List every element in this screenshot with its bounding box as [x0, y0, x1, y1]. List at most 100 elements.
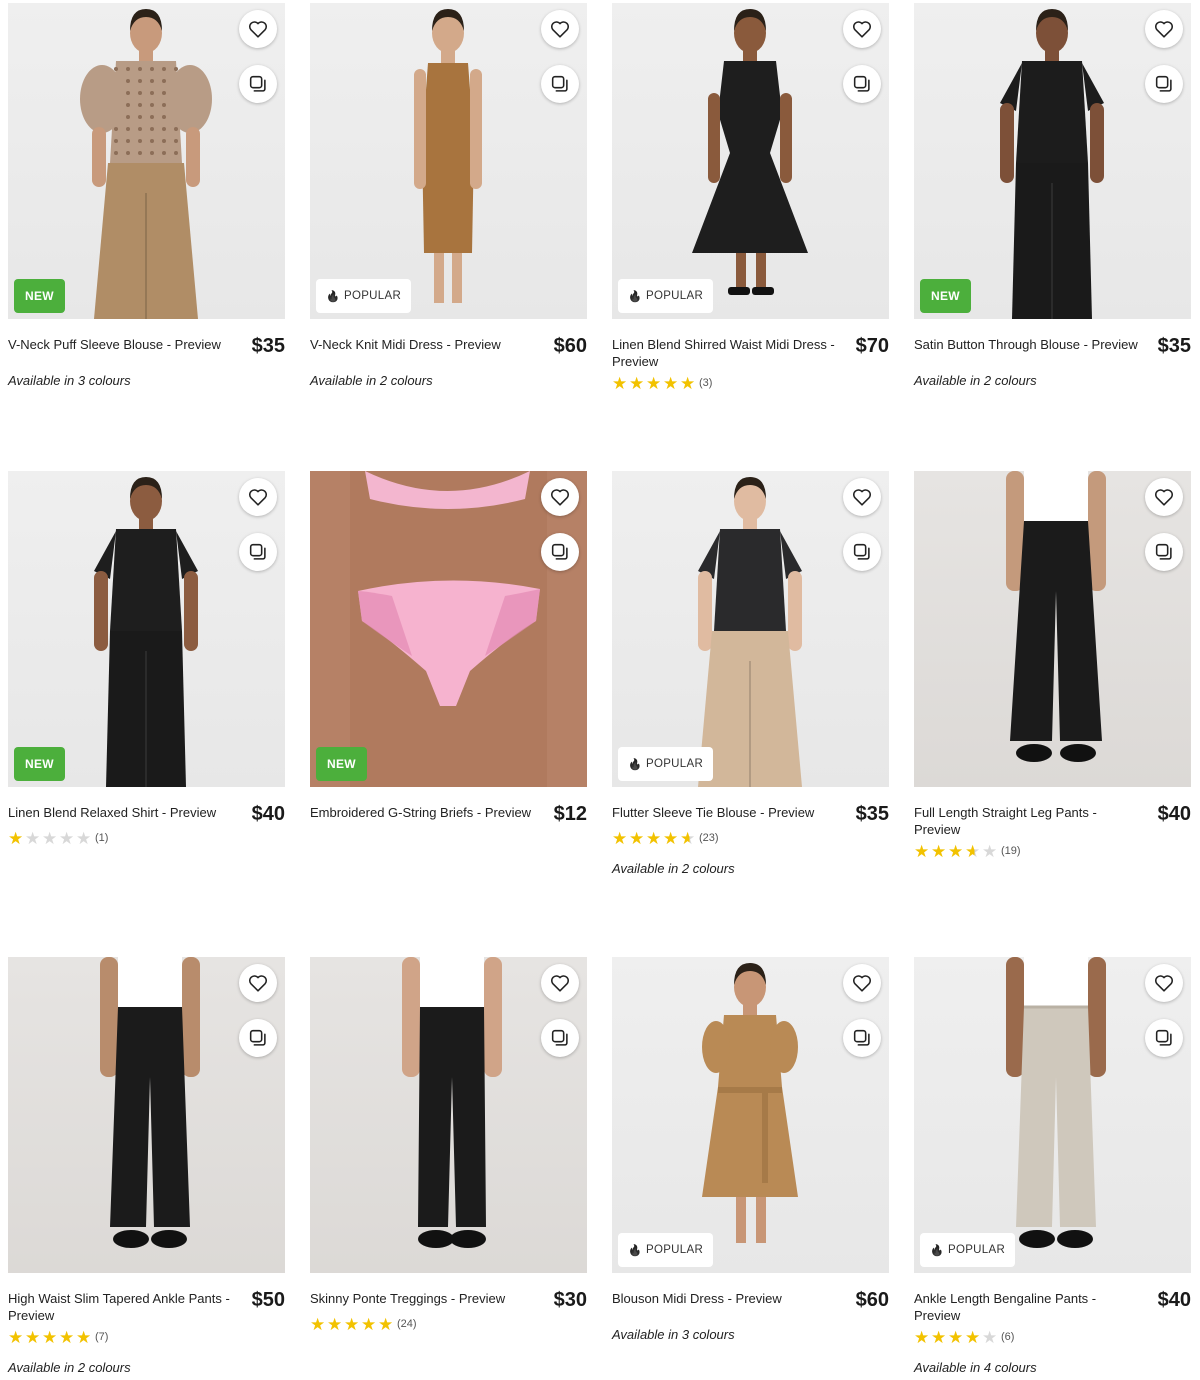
review-count: (24) — [397, 1318, 417, 1330]
heart-icon — [247, 18, 269, 40]
product-title[interactable]: V-Neck Knit Midi Dress - Preview — [310, 336, 501, 353]
product-image[interactable]: 🔥 POPULAR — [612, 957, 889, 1273]
product-card[interactable]: High Waist Slim Tapered Ankle Pants - Pr… — [8, 957, 285, 1377]
compare-button[interactable] — [239, 1019, 277, 1057]
product-image[interactable] — [914, 471, 1191, 787]
product-image[interactable]: NEW — [8, 471, 285, 787]
product-image[interactable]: 🔥 POPULAR — [612, 3, 889, 319]
product-title[interactable]: Satin Button Through Blouse - Preview — [914, 336, 1138, 353]
product-card[interactable]: Full Length Straight Leg Pants - Preview… — [914, 471, 1191, 957]
product-card[interactable]: 🔥 POPULAR Flutter Sleeve Tie Blouse - Prev… — [612, 471, 889, 957]
model-black-shirt — [94, 477, 198, 787]
black-treggings — [402, 957, 502, 1248]
product-price: $60 — [553, 335, 587, 357]
star-rating[interactable]: ★ ★ ★ ★ ★ (19) — [914, 842, 1191, 860]
product-title[interactable]: Flutter Sleeve Tie Blouse - Preview — [612, 804, 814, 821]
heart-icon — [1153, 18, 1175, 40]
product-info: Skinny Ponte Treggings - Preview $30 ★ ★ ★ ★ ★… — [310, 1289, 587, 1333]
wishlist-button[interactable] — [541, 10, 579, 48]
product-image[interactable] — [8, 957, 285, 1273]
compare-button[interactable] — [843, 65, 881, 103]
product-card[interactable]: 🔥 POPULAR Linen Blend Shirred Waist Midi D… — [612, 3, 889, 471]
compare-icon — [851, 73, 873, 95]
wishlist-button[interactable] — [843, 964, 881, 1002]
product-price: $35 — [1157, 335, 1191, 357]
product-card[interactable]: 🔥 POPULAR Blouson Midi Dress - Preview $60 A… — [612, 957, 889, 1377]
product-title[interactable]: High Waist Slim Tapered Ankle Pants - Pr… — [8, 1290, 236, 1324]
star-icon: ★ — [59, 1327, 75, 1347]
star-icon: ★ — [965, 841, 981, 861]
available-colours: Available in 2 colours — [310, 373, 433, 388]
product-image[interactable] — [310, 957, 587, 1273]
product-card[interactable]: NEW Satin Button Through Blouse - Preview… — [914, 3, 1191, 471]
compare-button[interactable] — [1145, 65, 1183, 103]
product-info: Blouson Midi Dress - Preview $60 Available… — [612, 1289, 889, 1342]
wishlist-button[interactable] — [843, 10, 881, 48]
compare-button[interactable] — [541, 65, 579, 103]
product-title[interactable]: Blouson Midi Dress - Preview — [612, 1290, 782, 1307]
badge-label: NEW — [931, 289, 960, 303]
available-colours: Available in 2 colours — [914, 373, 1037, 388]
product-image[interactable]: NEW — [310, 471, 587, 787]
product-card[interactable]: Skinny Ponte Treggings - Preview $30 ★ ★ ★ ★ ★… — [310, 957, 587, 1377]
product-title[interactable]: Ankle Length Bengaline Pants - Preview — [914, 1290, 1142, 1324]
new-badge: NEW — [14, 747, 65, 781]
star-rating[interactable]: ★ ★ ★ ★ ★ (1) — [8, 829, 285, 847]
product-card[interactable]: 🔥 POPULAR Ankle Length Bengaline Pants - P… — [914, 957, 1191, 1377]
star-rating[interactable]: ★ ★ ★ ★ ★ (3) — [612, 374, 889, 392]
badge-label: POPULAR — [646, 1244, 704, 1256]
wishlist-button[interactable] — [843, 478, 881, 516]
product-title[interactable]: V-Neck Puff Sleeve Blouse - Preview — [8, 336, 221, 353]
product-card[interactable]: NEW Embroidered G-String Briefs - Preview… — [310, 471, 587, 957]
product-image[interactable]: 🔥 POPULAR — [310, 3, 587, 319]
black-tapered-pants — [100, 957, 200, 1248]
star-icon: ★ — [327, 1314, 343, 1334]
wishlist-button[interactable] — [239, 10, 277, 48]
product-info: Embroidered G-String Briefs - Preview $12 — [310, 803, 587, 825]
compare-button[interactable] — [541, 533, 579, 571]
wishlist-button[interactable] — [1145, 10, 1183, 48]
star-icon: ★ — [76, 828, 92, 848]
compare-button[interactable] — [843, 533, 881, 571]
star-rating[interactable]: ★ ★ ★ ★ ★ (24) — [310, 1315, 587, 1333]
product-image[interactable]: NEW — [8, 3, 285, 319]
wishlist-button[interactable] — [541, 478, 579, 516]
product-title[interactable]: Embroidered G-String Briefs - Preview — [310, 804, 531, 821]
wishlist-button[interactable] — [1145, 478, 1183, 516]
compare-button[interactable] — [1145, 533, 1183, 571]
title-row: V-Neck Puff Sleeve Blouse - Preview $35 — [8, 335, 285, 357]
compare-button[interactable] — [1145, 1019, 1183, 1057]
star-icon: ★ — [310, 1314, 326, 1334]
product-image[interactable]: 🔥 POPULAR — [612, 471, 889, 787]
wishlist-button[interactable] — [239, 964, 277, 1002]
product-info: Flutter Sleeve Tie Blouse - Preview $35 ★ ★… — [612, 803, 889, 876]
product-card[interactable]: NEW Linen Blend Relaxed Shirt - Preview $4… — [8, 471, 285, 957]
review-count: (1) — [95, 832, 109, 844]
star-rating[interactable]: ★ ★ ★ ★ ★ (7) — [8, 1328, 285, 1346]
new-badge: NEW — [14, 279, 65, 313]
star-icon: ★ — [914, 841, 930, 861]
star-rating[interactable]: ★ ★ ★ ★ ★ (6) — [914, 1328, 1191, 1346]
compare-button[interactable] — [239, 533, 277, 571]
product-title[interactable]: Full Length Straight Leg Pants - Preview — [914, 804, 1142, 838]
product-title[interactable]: Skinny Ponte Treggings - Preview — [310, 1290, 505, 1307]
heart-icon — [549, 972, 571, 994]
title-row: Ankle Length Bengaline Pants - Preview $4… — [914, 1289, 1191, 1324]
compare-button[interactable] — [239, 65, 277, 103]
product-card[interactable]: NEW V-Neck Puff Sleeve Blouse - Preview $3… — [8, 3, 285, 471]
badge-label: POPULAR — [948, 1244, 1006, 1256]
wishlist-button[interactable] — [1145, 964, 1183, 1002]
wishlist-button[interactable] — [541, 964, 579, 1002]
product-image[interactable]: 🔥 POPULAR — [914, 957, 1191, 1273]
review-count: (7) — [95, 1331, 109, 1343]
star-rating[interactable]: ★ ★ ★ ★ ★ (23) — [612, 829, 889, 847]
wishlist-button[interactable] — [239, 478, 277, 516]
compare-button[interactable] — [541, 1019, 579, 1057]
compare-button[interactable] — [843, 1019, 881, 1057]
product-title[interactable]: Linen Blend Relaxed Shirt - Preview — [8, 804, 216, 821]
product-title[interactable]: Linen Blend Shirred Waist Midi Dress - P… — [612, 336, 840, 370]
badge-label: NEW — [327, 757, 356, 771]
popular-badge: 🔥 POPULAR — [618, 1233, 714, 1267]
product-card[interactable]: 🔥 POPULAR V-Neck Knit Midi Dress - Preview… — [310, 3, 587, 471]
product-image[interactable]: NEW — [914, 3, 1191, 319]
